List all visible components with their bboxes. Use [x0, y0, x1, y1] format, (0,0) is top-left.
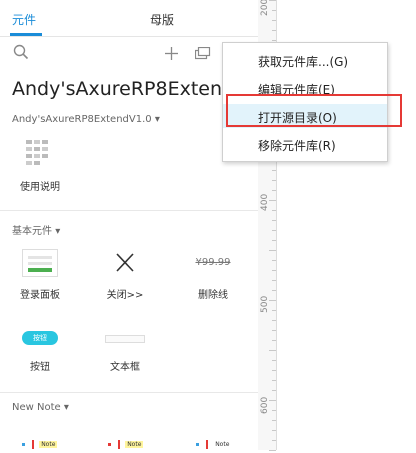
ruler-tick	[272, 290, 276, 291]
ruler-tick	[272, 190, 276, 191]
ruler-tick	[272, 230, 276, 231]
note-badge: Note	[125, 441, 144, 448]
new-note-header[interactable]: New Note ▾	[12, 402, 69, 413]
widget-strikethrough[interactable]: ¥99.99 删除线	[178, 249, 248, 301]
ruler-tick	[272, 330, 276, 331]
button-label: 按钮	[30, 362, 50, 373]
basic-widgets-label: 基本元件	[12, 226, 52, 237]
price-strikethrough-sample: ¥99.99	[195, 257, 231, 268]
widget-textbox[interactable]: 文本框	[90, 326, 160, 376]
widget-close[interactable]: 关闭>>	[90, 249, 160, 301]
menu-item-label: 获取元件库...(G)	[258, 55, 349, 69]
ruler-tick	[272, 220, 276, 221]
usage-guide-thumbnail	[22, 137, 58, 169]
tab-widgets[interactable]: 元件	[12, 11, 36, 28]
widget-button[interactable]: 按钮 按钮	[5, 326, 75, 376]
ruler-tick	[272, 280, 276, 281]
note-widget[interactable]: Note	[22, 434, 58, 453]
tab-masters[interactable]: 母版	[150, 11, 174, 28]
ruler-tick	[272, 380, 276, 381]
ruler-tick	[272, 390, 276, 391]
note-widget[interactable]: Note	[108, 434, 144, 453]
note-marker-icon	[118, 440, 121, 449]
ruler-tick	[272, 440, 276, 441]
basic-widgets-header[interactable]: 基本元件 ▾	[12, 222, 60, 237]
ruler-tick	[272, 20, 276, 21]
search-icon[interactable]	[13, 44, 29, 64]
widget-usage-guide[interactable]: 使用说明	[5, 137, 75, 197]
ruler-tick	[272, 10, 276, 11]
ruler-tick	[269, 350, 276, 351]
ruler-tick	[269, 300, 276, 301]
note-dot-icon	[196, 443, 199, 446]
add-icon[interactable]	[165, 45, 178, 64]
login-panel-label: 登录面板	[20, 290, 60, 301]
ruler-tick	[272, 40, 276, 41]
new-note-label: New Note	[12, 402, 61, 413]
ruler-tick	[272, 260, 276, 261]
close-label: 关闭>>	[106, 290, 144, 301]
login-panel-thumbnail	[22, 249, 58, 277]
note-dot-icon	[108, 443, 111, 446]
usage-guide-label: 使用说明	[20, 182, 60, 193]
ruler-label: 200	[260, 0, 270, 16]
ruler-tick	[272, 310, 276, 311]
active-tab-indicator	[10, 33, 42, 36]
ruler-tick	[272, 360, 276, 361]
section-divider	[0, 392, 258, 393]
ruler-tick	[272, 370, 276, 371]
ruler-tick	[269, 0, 276, 1]
note-dot-icon	[22, 443, 25, 446]
ruler-label: 400	[260, 193, 270, 211]
ruler-tick	[272, 240, 276, 241]
textbox-thumbnail	[105, 335, 145, 343]
menu-item-label: 移除元件库(R)	[258, 139, 336, 153]
annotation-highlight-box	[226, 94, 402, 127]
library-folder-label: Andy'sAxureRP8ExtendV1.0	[12, 114, 152, 125]
panel-tabs: 元件 母版	[0, 0, 258, 37]
ruler-tick	[272, 270, 276, 271]
ruler-tick	[272, 420, 276, 421]
ruler-tick	[272, 430, 276, 431]
menu-item-get-library[interactable]: 获取元件库...(G)	[223, 48, 387, 72]
widget-login-panel[interactable]: 登录面板	[5, 249, 75, 301]
ruler-tick	[269, 400, 276, 401]
textbox-label: 文本框	[110, 362, 140, 373]
note-widget[interactable]: Note	[196, 434, 231, 453]
caret-down-icon: ▾	[63, 402, 69, 413]
library-toolbar	[0, 37, 258, 67]
ruler-tick	[272, 210, 276, 211]
caret-down-icon: ▾	[55, 226, 61, 237]
ruler-tick	[269, 250, 276, 251]
note-badge: Note	[215, 441, 230, 448]
library-menu-icon[interactable]	[194, 45, 211, 64]
ruler-tick	[269, 450, 276, 451]
button-thumbnail: 按钮	[22, 331, 58, 345]
menu-item-remove-library[interactable]: 移除元件库(R)	[223, 132, 387, 156]
ruler-label: 500	[260, 295, 270, 313]
ruler-tick	[272, 340, 276, 341]
ruler-tick	[272, 320, 276, 321]
widget-library-panel: 元件 母版 Andy'sAxureRP8ExtendV1 Andy'sAxure…	[0, 0, 259, 450]
ruler-tick	[272, 170, 276, 171]
library-folder-header[interactable]: Andy'sAxureRP8ExtendV1.0 ▾	[12, 114, 160, 125]
ruler-tick	[272, 180, 276, 181]
note-badge: Note	[39, 441, 58, 448]
close-icon	[111, 249, 139, 277]
note-marker-icon	[32, 440, 35, 449]
section-divider	[0, 210, 258, 211]
note-marker-icon	[206, 440, 209, 449]
caret-down-icon: ▾	[154, 114, 160, 125]
strikethrough-label: 删除线	[198, 290, 228, 301]
ruler-tick	[272, 30, 276, 31]
ruler-tick	[269, 200, 276, 201]
ruler-tick	[272, 410, 276, 411]
